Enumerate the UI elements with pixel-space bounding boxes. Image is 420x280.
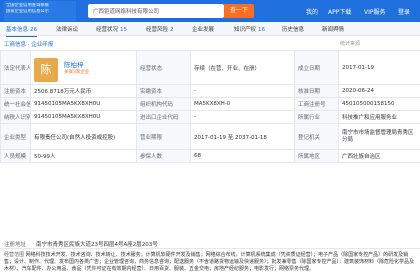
tab-news[interactable]: 新闻舆情: [322, 25, 344, 33]
row-label: 注册资本: [0, 84, 31, 98]
row-value: 广西壮族自治区: [338, 149, 420, 163]
legal-rep-name[interactable]: 陈柏梓: [64, 59, 84, 69]
tab-risk[interactable]: 经营风险 2: [146, 25, 174, 33]
row-value: 科技推广和应用服务业: [338, 110, 420, 124]
search-button[interactable]: 查一下: [224, 4, 254, 18]
row-value: 68: [190, 149, 295, 163]
address-value: 南宁市青秀区民族大道23号四层4号A座2层203号: [36, 242, 158, 248]
row-value: 91450105MA5KX8XH0U: [30, 97, 137, 111]
tab-count: 26: [30, 27, 38, 33]
row-label: 纳税人识别号: [0, 110, 31, 124]
row-value: 有限责任公司(自然人投资或控股): [30, 123, 137, 150]
row-value: 2017-01-19: [338, 50, 420, 85]
my-link[interactable]: 我的: [306, 7, 318, 16]
tab-development[interactable]: 企业发展: [192, 25, 214, 33]
tab-count: 15: [120, 27, 128, 33]
row-label: 所属行业: [294, 110, 339, 124]
tab-label: 法律诉讼: [56, 27, 79, 33]
row-label: 进出口企业代码: [136, 110, 191, 124]
tab-label: 历史信息: [282, 27, 305, 33]
row-label: 成立日期: [294, 50, 339, 85]
top-bar: 全国企业信用查询系统 国家企业信用信息公示 查一下 我的 APP下载 VIP服务…: [0, 0, 420, 22]
row-value: 存续（在营、开业、在册）: [190, 50, 295, 85]
row-label: 人员规模: [0, 149, 31, 163]
tab-operations[interactable]: 经营状况 15: [96, 25, 127, 33]
source-note: 统计来源: [340, 41, 361, 47]
row-value: 南宁市市场监督管理局青秀区分局: [338, 123, 420, 150]
annual-report-link[interactable]: 企业年报: [31, 42, 53, 48]
row-value: -: [190, 84, 295, 98]
tab-legal[interactable]: 法律诉讼: [56, 25, 78, 33]
tab-bar: 基本信息 26 法律诉讼 经营状况 15 经营风险 2 企业发展 知识产权 16 历史信…: [0, 22, 420, 37]
tab-history[interactable]: 历史信息: [282, 25, 304, 33]
row-value: 2020-06-24: [338, 84, 420, 98]
search-input[interactable]: [88, 4, 224, 18]
row-label: 统一社会信用代码: [0, 97, 31, 111]
row-label: 登记机关: [294, 123, 339, 150]
tab-label: 企业发展: [192, 27, 215, 33]
row-value: 2017-01-19 至 2037-01-18: [190, 123, 295, 150]
row-value: 50-99人: [30, 149, 137, 163]
login-link[interactable]: 登录: [398, 7, 410, 16]
row-label: 营业期限: [136, 123, 191, 150]
row-label: 组织机构代码: [136, 97, 191, 111]
tab-label: 知识产权: [234, 27, 257, 33]
row-label: 参保人数: [136, 149, 191, 163]
row-label: 企业类型: [0, 123, 31, 150]
tab-label: 经营状况: [96, 27, 119, 33]
section-title-text: 工商信息: [4, 42, 27, 48]
avatar[interactable]: 陈: [34, 58, 58, 82]
business-scope: 经营范围 网络科技技术开发、技术咨询、技术转让、技术服务；计算机软硬件开发及销售…: [0, 250, 420, 280]
vip-link[interactable]: VIP服务: [364, 7, 386, 16]
logo-line2: 国家企业信用信息公示: [6, 9, 49, 14]
address-row: 注册地址 南宁市青秀区民族大道23号四层4号A座2层203号: [0, 238, 420, 249]
section-title[interactable]: 工商信息 · 企业年报: [4, 40, 53, 48]
app-download-link[interactable]: APP下载: [328, 7, 351, 16]
scope-text: 网络科技技术开发、技术咨询、技术转让、技术服务；计算机软硬件开发及销售；网络综合…: [4, 252, 415, 272]
row-label: 法定代表人: [0, 50, 31, 85]
site-logo[interactable]: 全国企业信用查询系统 国家企业信用信息公示: [4, 1, 76, 21]
related-companies-tag[interactable]: 关联3家企业: [64, 69, 89, 75]
row-value: -: [190, 110, 295, 124]
row-label: 经营状态: [136, 50, 191, 85]
tab-label: 新闻舆情: [322, 27, 345, 33]
section-header: 工商信息 · 企业年报 统计来源: [0, 38, 420, 49]
row-label: 核准日期: [294, 84, 339, 98]
tab-ip[interactable]: 知识产权 16: [234, 25, 265, 33]
row-label: 实缴资本: [136, 84, 191, 98]
row-label: 所属地区: [294, 149, 339, 163]
scope-label: 经营范围: [4, 252, 25, 258]
row-value: 450105000158150: [338, 97, 420, 111]
row-value: 2506.8718万元人民币: [30, 84, 137, 98]
tab-label: 基本信息: [6, 27, 29, 33]
tab-label: 经营风险: [146, 27, 169, 33]
tab-basic-info[interactable]: 基本信息 26: [6, 25, 38, 37]
tab-count: 16: [258, 27, 266, 33]
row-label: 工商注册号: [294, 97, 339, 111]
search-box: [88, 4, 224, 18]
row-value: 91450105MA5KX8XH0U: [30, 110, 137, 124]
address-label: 注册地址: [4, 242, 27, 248]
row-value: MA5KX8XH-0: [190, 97, 295, 111]
tab-count: 2: [170, 27, 174, 33]
business-info-table: 法定代表人 经营状态 存续（在营、开业、在册） 成立日期 2017-01-19 …: [0, 50, 420, 163]
